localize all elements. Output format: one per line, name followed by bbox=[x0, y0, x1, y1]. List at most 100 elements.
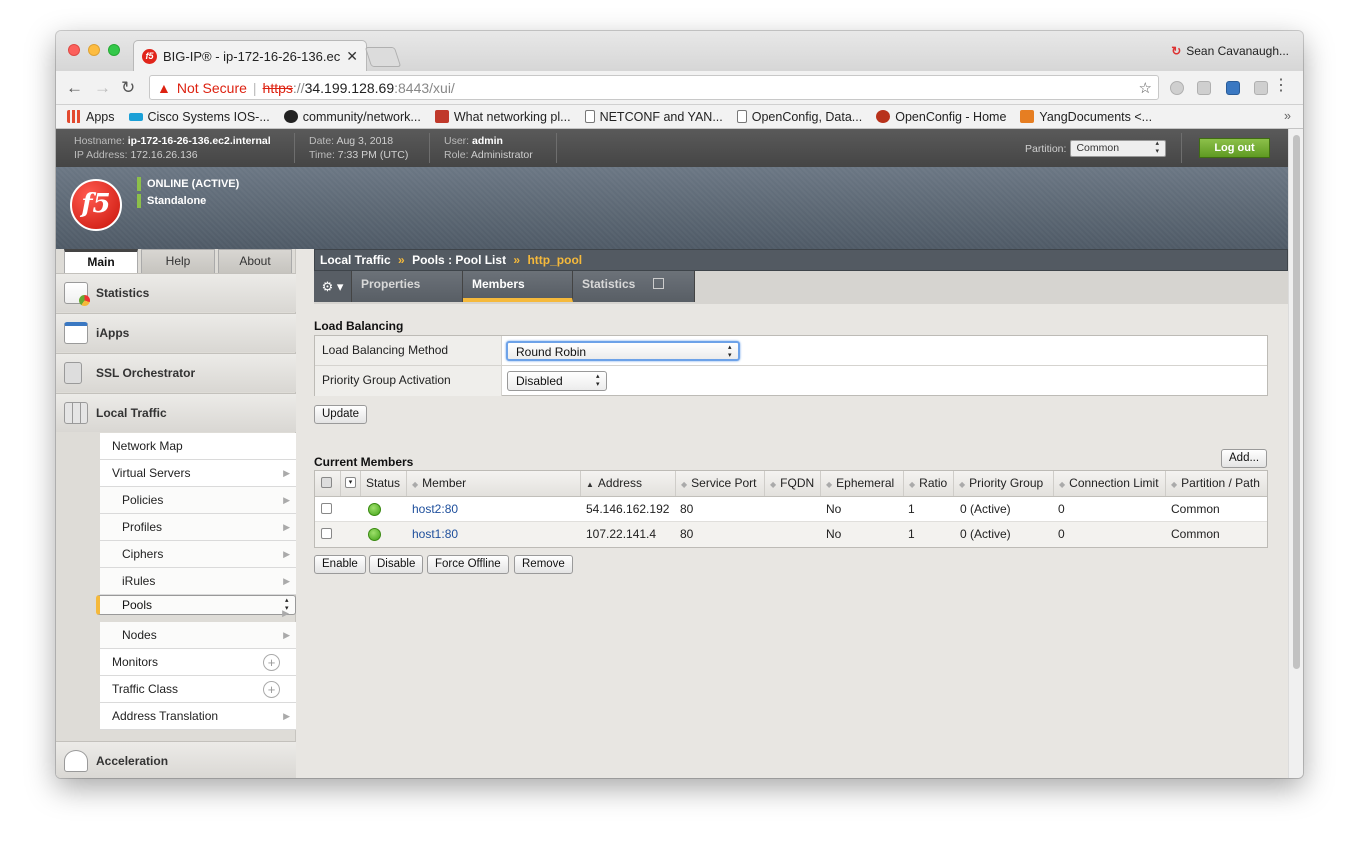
maximize-window-button[interactable] bbox=[108, 44, 120, 56]
extension-circle-icon[interactable] bbox=[1170, 81, 1184, 95]
chevron-right-icon: ▶ bbox=[282, 608, 289, 618]
chevron-right-icon: ▶ bbox=[283, 576, 290, 586]
breadcrumb-pool-list[interactable]: Pools : Pool List bbox=[412, 253, 506, 267]
filter-dropdown-icon[interactable]: ▾ bbox=[345, 477, 356, 488]
col-partition-path[interactable]: ◆ Partition / Path bbox=[1166, 471, 1268, 496]
member-link[interactable]: host2:80 bbox=[412, 497, 458, 522]
load-balancing-title: Load Balancing bbox=[314, 319, 404, 333]
scrollbar-thumb[interactable] bbox=[1293, 135, 1300, 669]
address-bar[interactable]: ▲ Not Secure | https :// 34.199.128.69 :… bbox=[149, 75, 1159, 100]
lock-icon bbox=[64, 362, 82, 384]
nav-section-local-traffic[interactable]: Local Traffic bbox=[56, 393, 296, 432]
subnav-profiles[interactable]: Profiles ▶ bbox=[100, 514, 296, 541]
page-scrollbar[interactable] bbox=[1288, 129, 1303, 778]
reload-icon[interactable]: ↻ bbox=[121, 78, 135, 98]
status-online-icon bbox=[368, 503, 381, 516]
table-row: host1:80 107.22.141.4 80 No 1 0 (Active)… bbox=[315, 522, 1267, 547]
col-priority-group[interactable]: ◆ Priority Group bbox=[954, 471, 1054, 496]
minimize-window-button[interactable] bbox=[88, 44, 100, 56]
host-info: Hostname: ip-172-16-26-136.ec2.internal … bbox=[74, 134, 271, 162]
select-all-checkbox[interactable] bbox=[321, 477, 332, 488]
subnav-address-translation[interactable]: Address Translation ▶ bbox=[100, 703, 296, 730]
nav-section-ssl-orchestrator[interactable]: SSL Orchestrator bbox=[56, 353, 296, 392]
divider bbox=[294, 133, 295, 163]
subnav-policies[interactable]: Policies ▶ bbox=[100, 487, 296, 514]
tab-properties[interactable]: Properties bbox=[352, 271, 463, 302]
lb-method-select[interactable]: Round Robin bbox=[506, 340, 740, 361]
subnav-irules[interactable]: iRules ▶ bbox=[100, 568, 296, 595]
bookmark-github[interactable]: community/network... bbox=[283, 110, 421, 124]
col-address[interactable]: ▲ Address bbox=[581, 471, 676, 496]
col-status[interactable]: Status bbox=[361, 471, 407, 496]
partition-label: Partition: bbox=[1025, 142, 1067, 155]
remove-button[interactable]: Remove bbox=[514, 555, 573, 574]
col-connection-limit[interactable]: ◆ Connection Limit bbox=[1054, 471, 1166, 496]
subnav-label: Monitors bbox=[112, 655, 159, 669]
nav-tab-help[interactable]: Help bbox=[141, 249, 215, 273]
breadcrumb-local-traffic[interactable]: Local Traffic bbox=[320, 253, 391, 267]
nav-section-iapps[interactable]: iApps bbox=[56, 313, 296, 352]
close-window-button[interactable] bbox=[68, 44, 80, 56]
nav-section-acceleration[interactable]: Acceleration bbox=[56, 741, 296, 778]
update-button[interactable]: Update bbox=[314, 405, 368, 424]
col-ratio[interactable]: ◆ Ratio bbox=[904, 471, 954, 496]
subnav-pools[interactable]: Pools ▶ bbox=[96, 595, 296, 618]
extension-b-icon[interactable] bbox=[1197, 81, 1211, 95]
col-ephemeral[interactable]: ◆ Ephemeral bbox=[821, 471, 904, 496]
enable-button[interactable]: Enable bbox=[314, 555, 366, 574]
bookmark-star-icon[interactable]: ☆ bbox=[1139, 79, 1152, 97]
tab-statistics[interactable]: Statistics bbox=[573, 271, 695, 302]
bookmark-openconfig-home[interactable]: OpenConfig - Home bbox=[876, 110, 1006, 124]
subnav-nodes[interactable]: Nodes ▶ bbox=[100, 622, 296, 649]
tab-members[interactable]: Members bbox=[463, 271, 573, 302]
back-arrow-icon[interactable]: ← bbox=[66, 78, 83, 98]
priority-group-select[interactable]: Disabled bbox=[507, 371, 607, 391]
table-row: host2:80 54.146.162.192 80 No 1 0 (Activ… bbox=[315, 497, 1267, 522]
add-plus-icon[interactable]: + bbox=[263, 681, 280, 698]
gear-menu-icon[interactable]: ⚙ ▾ bbox=[314, 271, 352, 302]
col-service-port[interactable]: ◆ Service Port bbox=[676, 471, 765, 496]
bookmark-yangdocuments[interactable]: YangDocuments <... bbox=[1020, 110, 1152, 124]
logout-button[interactable]: Log out bbox=[1199, 138, 1270, 158]
row-checkbox[interactable] bbox=[321, 528, 332, 539]
subnav-monitors[interactable]: Monitors + bbox=[100, 649, 296, 676]
device-banner: f5 ONLINE (ACTIVE) Standalone bbox=[56, 167, 1288, 249]
force-offline-button[interactable]: Force Offline bbox=[427, 555, 509, 574]
browser-tab[interactable]: f5 BIG-IP® - ip-172-16-26-136.ec ✕ bbox=[133, 40, 367, 71]
forward-arrow-icon[interactable]: → bbox=[94, 78, 111, 98]
profile-button[interactable]: ↻ Sean Cavanaugh... bbox=[1171, 44, 1289, 58]
nav-tab-main[interactable]: Main bbox=[64, 249, 138, 273]
bookmark-cisco[interactable]: Cisco Systems IOS-... bbox=[128, 110, 270, 124]
new-tab-button[interactable] bbox=[364, 47, 402, 67]
add-member-button[interactable]: Add... bbox=[1221, 449, 1268, 468]
subnav-traffic-class[interactable]: Traffic Class + bbox=[100, 676, 296, 703]
extension-css-icon[interactable] bbox=[1254, 81, 1268, 95]
disable-button[interactable]: Disable bbox=[369, 555, 424, 574]
subnav-virtual-servers[interactable]: Virtual Servers ▶ bbox=[100, 460, 296, 487]
system-info-bar: Hostname: ip-172-16-26-136.ec2.internal … bbox=[56, 129, 1288, 167]
bookmark-openconfig-data[interactable]: OpenConfig, Data... bbox=[736, 110, 862, 124]
row-checkbox[interactable] bbox=[321, 503, 332, 514]
extension-e-icon[interactable] bbox=[1226, 81, 1240, 95]
browser-menu-icon[interactable]: ⋮ bbox=[1273, 78, 1289, 94]
bookmark-netconf[interactable]: NETCONF and YAN... bbox=[584, 110, 723, 124]
bookmarks-overflow-icon[interactable]: » bbox=[1284, 109, 1291, 123]
bookmark-apps[interactable]: Apps bbox=[67, 110, 115, 124]
subnav-ciphers[interactable]: Ciphers ▶ bbox=[100, 541, 296, 568]
subnav-network-map[interactable]: Network Map bbox=[100, 433, 296, 460]
add-plus-icon[interactable]: + bbox=[263, 654, 280, 671]
nav-tab-about[interactable]: About bbox=[218, 249, 292, 273]
bookmarks-bar: Apps Cisco Systems IOS-... community/net… bbox=[56, 105, 1303, 129]
bookmark-label: OpenConfig - Home bbox=[895, 109, 1007, 124]
popout-icon[interactable] bbox=[653, 278, 665, 289]
col-fqdn[interactable]: ◆ FQDN bbox=[765, 471, 821, 496]
partition-select[interactable]: Common bbox=[1070, 140, 1167, 157]
nav-section-label: iApps bbox=[96, 326, 130, 340]
col-member[interactable]: ◆ Member bbox=[407, 471, 581, 496]
bookmark-networking[interactable]: What networking pl... bbox=[434, 110, 571, 124]
member-link[interactable]: host1:80 bbox=[412, 522, 458, 547]
member-limit: 0 bbox=[1058, 527, 1065, 541]
nav-section-statistics[interactable]: Statistics bbox=[56, 273, 296, 312]
breadcrumb-current: http_pool bbox=[527, 253, 583, 267]
tab-close-icon[interactable]: ✕ bbox=[346, 48, 358, 65]
